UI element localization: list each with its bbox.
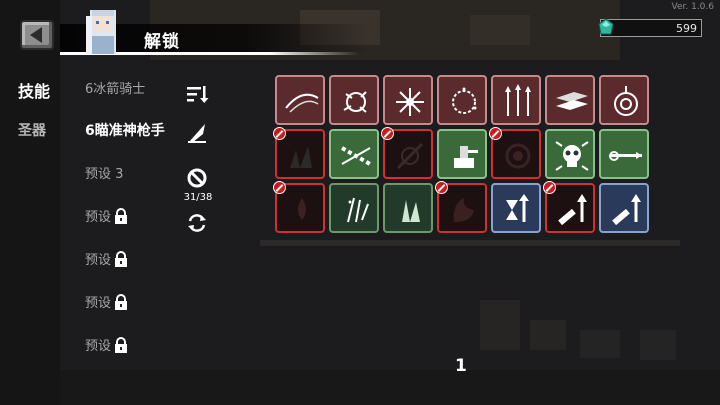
skill-slot[interactable] — [545, 129, 595, 179]
burst-swirl-icon — [343, 91, 367, 113]
currency-value: 599 — [676, 22, 697, 35]
preset-label: 预设 — [85, 339, 112, 354]
triple-arrows-icon — [505, 84, 531, 116]
skill-slot[interactable] — [491, 75, 541, 125]
skill-slot[interactable] — [329, 183, 379, 233]
flame-spirit-icon — [453, 198, 474, 222]
preset-label: 预设 3 — [85, 167, 124, 182]
hourglass-up-icon — [506, 194, 529, 222]
skill-slot[interactable] — [383, 183, 433, 233]
cards-spread-icon — [556, 92, 588, 110]
skill-slot[interactable] — [491, 183, 541, 233]
lance-icon — [609, 151, 642, 161]
star-chain-icon — [341, 146, 371, 166]
preset-item[interactable]: 预设 — [85, 292, 129, 311]
preset-item[interactable]: 预设 — [85, 335, 129, 354]
disabled-badge-icon — [435, 181, 448, 194]
preset-label: 预设 — [85, 296, 112, 311]
slash-arc-icon — [285, 93, 319, 113]
ring-sparks-icon — [452, 87, 477, 114]
skill-slot[interactable] — [437, 129, 487, 179]
skill-slot[interactable] — [543, 181, 595, 233]
swirl-slash-icon — [396, 142, 424, 170]
skill-slot[interactable] — [273, 127, 325, 179]
skill-slot[interactable] — [383, 75, 433, 125]
skill-grid — [273, 75, 655, 235]
preset-item[interactable]: 预设 — [85, 206, 129, 225]
skill-slot[interactable] — [545, 75, 595, 125]
lock-icon — [115, 293, 128, 310]
lock-icon — [115, 336, 128, 353]
version-label: Ver. 1.0.6 — [671, 2, 715, 12]
disabled-badge-icon — [273, 127, 286, 140]
gem-icon — [598, 18, 614, 35]
disabled-badge-icon — [273, 181, 286, 194]
turret-icon — [454, 146, 478, 168]
skill-slot[interactable] — [329, 129, 379, 179]
preset-item[interactable]: 6冰箭骑士 — [85, 78, 145, 97]
preset-item[interactable]: 预设 — [85, 249, 129, 268]
vortex-icon — [505, 143, 531, 169]
preset-label: 6瞄准神枪手 — [85, 123, 165, 139]
skill-slot[interactable] — [489, 127, 541, 179]
shards-icon — [290, 146, 312, 168]
disable-count: 31/38 — [183, 192, 213, 203]
disabled-badge-icon — [543, 181, 556, 194]
fire-drop-icon — [298, 198, 306, 220]
disabled-badge-icon — [381, 127, 394, 140]
lock-icon — [115, 250, 128, 267]
skill-slot[interactable] — [275, 75, 325, 125]
skill-slot[interactable] — [381, 127, 433, 179]
disable-icon[interactable] — [187, 168, 207, 188]
currency-display: 599 — [598, 18, 702, 37]
skill-slot[interactable] — [599, 183, 649, 233]
tab-skills[interactable]: 技能 — [18, 78, 50, 102]
sparkle-blades-icon — [347, 197, 369, 223]
crystal-icon — [402, 200, 420, 222]
skill-slot[interactable] — [435, 181, 487, 233]
lock-icon — [115, 207, 128, 224]
character-portrait — [86, 10, 116, 54]
preset-item[interactable]: 预设 3 — [85, 163, 123, 182]
skill-slot[interactable] — [599, 129, 649, 179]
skull-burst-icon — [555, 141, 589, 171]
back-button[interactable] — [20, 20, 54, 50]
spark-burst-icon — [396, 88, 424, 116]
disabled-badge-icon — [489, 127, 502, 140]
target-icon — [614, 86, 638, 116]
skill-slot[interactable] — [273, 181, 325, 233]
page-number: 1 — [455, 356, 467, 376]
skill-slot[interactable] — [437, 75, 487, 125]
preset-item[interactable]: 6瞄准神枪手 — [85, 120, 165, 140]
skill-slot[interactable] — [329, 75, 379, 125]
sort-icon[interactable] — [185, 84, 209, 104]
refresh-icon[interactable] — [186, 212, 208, 234]
preset-label: 预设 — [85, 210, 112, 225]
preset-label: 6冰箭骑士 — [85, 82, 146, 97]
gun-up-icon — [558, 194, 587, 226]
gun-up-icon — [612, 194, 641, 226]
tab-relics[interactable]: 圣器 — [18, 120, 46, 140]
page-title: 解锁 — [144, 32, 180, 52]
skill-slot[interactable] — [599, 75, 649, 125]
quill-icon[interactable] — [187, 122, 207, 144]
preset-label: 预设 — [85, 253, 112, 268]
back-arrow-icon — [30, 27, 42, 43]
